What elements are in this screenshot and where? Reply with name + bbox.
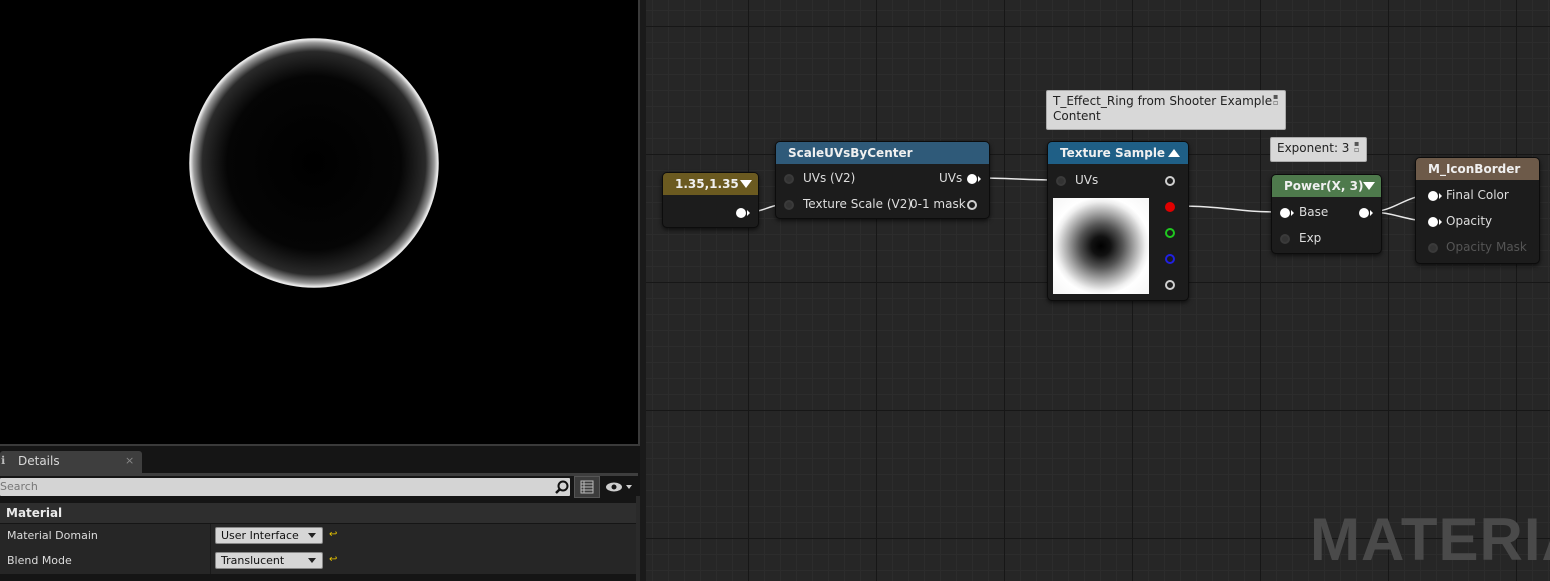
output-pin-r[interactable] xyxy=(1165,202,1175,212)
input-pin-final-color[interactable] xyxy=(1428,191,1442,201)
output-pin-mask[interactable] xyxy=(967,200,977,210)
graph-wires xyxy=(747,177,1432,222)
power-comment-bubble[interactable]: Exponent: 3 ▪ ▫ xyxy=(1270,137,1367,162)
output-pin-g[interactable] xyxy=(1165,228,1175,238)
comment-text: Exponent: 3 xyxy=(1277,141,1350,155)
node-title: ScaleUVsByCenter xyxy=(788,146,913,160)
node-header[interactable]: M_IconBorder xyxy=(1416,158,1539,180)
comment-text: T_Effect_Ring from Shooter Example Conte… xyxy=(1053,94,1273,123)
input-pin-base[interactable] xyxy=(1280,208,1294,218)
input-pin-uvs[interactable] xyxy=(784,174,794,184)
input-pin-uvs[interactable] xyxy=(1056,176,1066,186)
material-output-node[interactable]: M_IconBorder Final Color Opacity Opacity… xyxy=(1415,157,1540,264)
texture-comment-bubble[interactable]: T_Effect_Ring from Shooter Example Conte… xyxy=(1046,90,1286,130)
texture-sample-node[interactable]: Texture Sample UVs xyxy=(1047,141,1189,301)
power-node[interactable]: Power(X, 3) Base Exp xyxy=(1271,174,1382,254)
node-title: Texture Sample xyxy=(1060,146,1166,160)
input-label-texture-scale: Texture Scale (V2) xyxy=(803,197,913,211)
pin-comment-icon[interactable]: ▪ ▫ xyxy=(1273,93,1281,107)
output-pin[interactable] xyxy=(1359,208,1373,218)
input-pin-opacity-mask[interactable] xyxy=(1428,243,1438,253)
node-title: Power(X, 3) xyxy=(1284,179,1364,193)
input-label-exp: Exp xyxy=(1299,231,1322,245)
input-label-base: Base xyxy=(1299,205,1329,219)
collapse-arrow-icon[interactable] xyxy=(740,180,752,188)
output-pin-uvs[interactable] xyxy=(967,174,981,184)
pin-comment-icon[interactable]: ▪ ▫ xyxy=(1354,140,1362,154)
node-header[interactable]: ScaleUVsByCenter xyxy=(776,142,989,164)
constant2vector-node[interactable]: 1.35,1.35 xyxy=(662,172,759,228)
node-title: 1.35,1.35 xyxy=(675,177,739,191)
output-pin[interactable] xyxy=(736,208,750,218)
scale-uvs-by-center-node[interactable]: ScaleUVsByCenter UVs (V2) Texture Scale … xyxy=(775,141,990,219)
wire-texture-to-power xyxy=(1173,205,1285,213)
output-pin-rgb[interactable] xyxy=(1165,176,1175,186)
texture-thumbnail xyxy=(1053,198,1149,294)
output-pin-a[interactable] xyxy=(1165,280,1175,290)
collapse-arrow-icon[interactable] xyxy=(1168,149,1180,157)
output-label-mask: 0-1 mask xyxy=(910,197,966,211)
input-pin-texture-scale[interactable] xyxy=(784,200,794,210)
input-label-final-color: Final Color xyxy=(1446,188,1509,202)
input-label-opacity-mask: Opacity Mask xyxy=(1446,240,1527,254)
input-pin-exp[interactable] xyxy=(1280,234,1290,244)
output-label-uvs: UVs xyxy=(939,171,963,185)
collapse-arrow-icon[interactable] xyxy=(1363,182,1375,190)
node-title: M_IconBorder xyxy=(1428,162,1521,176)
input-label-opacity: Opacity xyxy=(1446,214,1493,228)
input-label-uvs: UVs xyxy=(1075,173,1099,187)
input-label-uvs: UVs (V2) xyxy=(803,171,856,185)
output-pin-b[interactable] xyxy=(1165,254,1175,264)
node-header[interactable]: Texture Sample xyxy=(1048,142,1188,164)
input-pin-opacity[interactable] xyxy=(1428,217,1442,227)
